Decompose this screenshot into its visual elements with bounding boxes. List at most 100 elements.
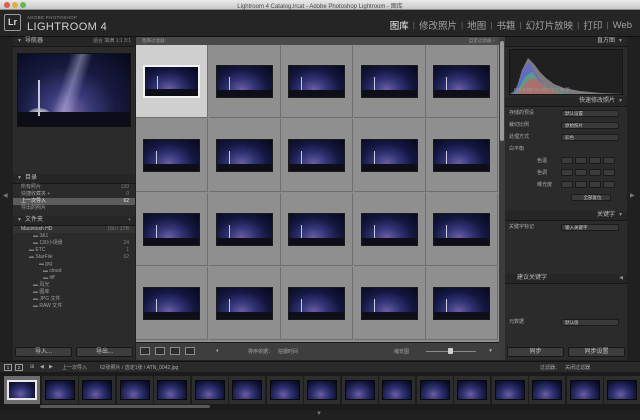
- bottom-panel-edge[interactable]: ▼: [0, 410, 640, 420]
- temp-dec-button[interactable]: [575, 157, 587, 164]
- grid-cell[interactable]: [281, 45, 354, 118]
- filmstrip-thumbnail[interactable]: [82, 380, 112, 400]
- grid-cell[interactable]: [136, 119, 208, 192]
- sync-settings-button[interactable]: 同步设置: [568, 347, 625, 357]
- photo-thumbnail[interactable]: [433, 287, 491, 320]
- photo-thumbnail[interactable]: [360, 139, 418, 172]
- compare-view-icon[interactable]: [170, 347, 180, 355]
- catalog-item[interactable]: 导出的照片: [13, 205, 135, 212]
- filmstrip-thumbnail[interactable]: [457, 380, 487, 400]
- filmstrip-thumbnail[interactable]: [607, 380, 637, 400]
- page-1-badge[interactable]: 1: [4, 364, 12, 371]
- filmstrip-thumbnail[interactable]: [382, 380, 412, 400]
- keyword-suggestions-header[interactable]: 建议关键字 ◀: [505, 274, 627, 284]
- grid-cell[interactable]: [353, 119, 426, 192]
- tint-dec-more-button[interactable]: [561, 169, 573, 176]
- back-arrow-icon[interactable]: ◀: [40, 364, 44, 370]
- filmstrip-cell[interactable]: [41, 376, 78, 404]
- temp-dec-more-button[interactable]: [561, 157, 573, 164]
- folder-item[interactable]: ▬ 130小场景 24: [13, 240, 135, 247]
- catalog-header[interactable]: ▼ 目录: [13, 174, 135, 184]
- disclosure-triangle-icon[interactable]: ▼: [17, 37, 22, 46]
- photo-thumbnail[interactable]: [143, 139, 200, 172]
- grid-cell[interactable]: [353, 45, 426, 118]
- loupe-view-icon[interactable]: [155, 347, 165, 355]
- grid-cell[interactable]: [353, 193, 426, 266]
- grid-scroll-thumb[interactable]: [500, 41, 504, 141]
- filmstrip-cell[interactable]: [529, 376, 565, 404]
- grid-cell[interactable]: [281, 193, 354, 266]
- filmstrip-cell[interactable]: [79, 376, 115, 404]
- filmstrip-cell[interactable]: [4, 376, 40, 404]
- filmstrip-cell[interactable]: [266, 376, 303, 404]
- filmstrip-thumbnail[interactable]: [119, 380, 150, 400]
- module-tab[interactable]: 修改照片: [415, 18, 461, 32]
- folder-item[interactable]: ▬ jpg: [13, 261, 135, 268]
- folder-item[interactable]: ▬ JPG 文件: [13, 296, 135, 303]
- filmstrip-cell[interactable]: [116, 376, 153, 404]
- filmstrip-thumbnail[interactable]: [344, 380, 375, 400]
- module-tab[interactable]: Web: [609, 20, 636, 31]
- photo-thumbnail[interactable]: [143, 213, 200, 246]
- filmstrip-cell[interactable]: [379, 376, 415, 404]
- exp-inc-more-button[interactable]: [603, 181, 615, 188]
- catalog-item[interactable]: 快捷收藏夹 + 0: [13, 191, 135, 198]
- folder-item[interactable]: ▬ StarFile 62: [13, 254, 135, 261]
- filmstrip-thumbnail[interactable]: [232, 380, 262, 400]
- filmstrip-source[interactable]: 上一次导入: [62, 364, 87, 371]
- crop-ratio-select[interactable]: 原始照片: [561, 122, 619, 129]
- photo-thumbnail[interactable]: [143, 65, 200, 98]
- filmstrip-cell[interactable]: [191, 376, 228, 404]
- filmstrip-cell[interactable]: [229, 376, 265, 404]
- collapse-right-arrow-icon[interactable]: ▶: [630, 192, 635, 199]
- filmstrip-cell[interactable]: [491, 376, 528, 404]
- library-filter-bar[interactable]: 图库过滤器： 自定过滤器 ÷: [136, 37, 499, 45]
- grid-cell[interactable]: [208, 45, 281, 118]
- custom-filter-select[interactable]: 自定过滤器 ÷: [469, 37, 495, 45]
- exp-dec-more-button[interactable]: [561, 181, 573, 188]
- grid-cell[interactable]: [208, 193, 281, 266]
- photo-thumbnail[interactable]: [215, 213, 273, 246]
- grid-cell[interactable]: [136, 193, 208, 266]
- photo-thumbnail[interactable]: [215, 139, 273, 172]
- filmstrip-cell[interactable]: [566, 376, 603, 404]
- folder-item[interactable]: ▬ tiff: [13, 275, 135, 282]
- toolbar-menu-icon[interactable]: ▼: [488, 348, 493, 354]
- catalog-item[interactable]: 所有照片 130: [13, 184, 135, 191]
- photo-thumbnail[interactable]: [143, 287, 200, 320]
- module-tab[interactable]: 地图: [463, 18, 490, 32]
- filmstrip-cell[interactable]: [454, 376, 490, 404]
- grid-cell[interactable]: [208, 119, 281, 192]
- module-tab[interactable]: 图库: [386, 18, 413, 32]
- navigator-preview-image[interactable]: [17, 53, 131, 127]
- grid-cell[interactable]: [136, 267, 208, 340]
- grid-cell[interactable]: [426, 119, 499, 192]
- filmstrip-cell[interactable]: [416, 376, 453, 404]
- folder-item[interactable]: ▬ 风光: [13, 282, 135, 289]
- folder-item[interactable]: ▬ ETC 1: [13, 247, 135, 254]
- filmstrip-thumbnail[interactable]: [307, 380, 337, 400]
- catalog-item[interactable]: 上一次导入 62: [13, 198, 135, 205]
- filmstrip-thumbnail[interactable]: [44, 380, 75, 400]
- filmstrip-scroll-thumb[interactable]: [40, 405, 210, 408]
- disclosure-triangle-icon[interactable]: ◀: [619, 274, 623, 283]
- tint-inc-button[interactable]: [589, 169, 601, 176]
- tint-inc-more-button[interactable]: [603, 169, 615, 176]
- grid-cell[interactable]: [281, 267, 354, 340]
- survey-view-icon[interactable]: [185, 347, 195, 355]
- quick-develop-header[interactable]: 快速修改照片 ▼: [505, 97, 627, 107]
- module-tab[interactable]: 打印: [579, 18, 606, 32]
- keyword-input[interactable]: 输入关键字: [561, 224, 619, 231]
- disclosure-triangle-icon[interactable]: ▼: [17, 216, 22, 225]
- folder-item[interactable]: ▬ cloud: [13, 268, 135, 275]
- metadata-preset-select[interactable]: 默认值: [561, 319, 619, 326]
- disclosure-triangle-icon[interactable]: ▼: [618, 37, 623, 46]
- grid-cell[interactable]: [426, 193, 499, 266]
- zoom-options[interactable]: 适合 填满 1:1 3:1: [93, 37, 131, 46]
- left-panel-edge[interactable]: ◀: [0, 37, 13, 360]
- grid-mode-icon[interactable]: ⊞: [30, 364, 34, 370]
- module-tab[interactable]: 书籍: [492, 18, 519, 32]
- temp-inc-more-button[interactable]: [603, 157, 615, 164]
- photo-thumbnail[interactable]: [215, 287, 273, 320]
- filmstrip-cell[interactable]: [154, 376, 190, 404]
